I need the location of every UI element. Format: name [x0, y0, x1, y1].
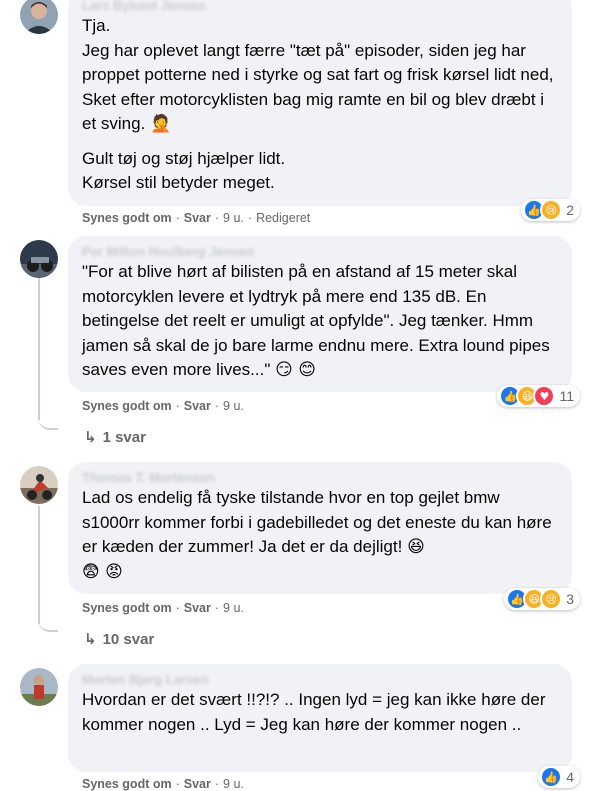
- smirk-smile-emoji-icon: 😏 😊: [275, 360, 316, 380]
- comment-actions: Synes godt om · Svar · 9 u.: [82, 777, 244, 791]
- thread-line: [38, 506, 40, 624]
- like-button[interactable]: Synes godt om: [82, 399, 172, 413]
- laughing-emoji-icon: 😆: [407, 537, 425, 557]
- edited-label: Redigeret: [256, 211, 311, 225]
- comment-paragraph: Gult tøj og støj hjælper lidt. Kørsel st…: [82, 148, 286, 193]
- avatar[interactable]: [20, 0, 58, 34]
- reaction-summary[interactable]: 👍 😆 😢 3: [504, 588, 580, 610]
- like-button[interactable]: Synes godt om: [82, 601, 172, 615]
- reply-button[interactable]: Svar: [184, 211, 211, 225]
- comment-text: Hvordan er det svært !!?!? .. Ingen lyd …: [82, 688, 558, 737]
- avatar[interactable]: [20, 466, 58, 504]
- replies-count: 10 svar: [102, 631, 155, 648]
- reply-arrow-icon: ↳: [84, 428, 97, 446]
- reaction-count: 11: [559, 388, 574, 404]
- sad-reaction-icon: 😢: [540, 588, 563, 610]
- comment-bubble: Per Milton Houlberg Jensen "For at blive…: [68, 236, 572, 392]
- comment-author[interactable]: Lars Bylund Jensen: [82, 0, 558, 14]
- facepalm-emoji-icon: 🤦: [150, 114, 172, 134]
- reaction-count: 4: [566, 769, 574, 785]
- timestamp[interactable]: 9 u.: [223, 211, 244, 225]
- replies-count: 1 svar: [102, 429, 146, 446]
- comment-paragraph: Lad os endelig få tyske tilstande hvor e…: [82, 488, 552, 556]
- like-reaction-icon: 👍: [540, 766, 563, 788]
- comment-actions: Synes godt om · Svar · 9 u.: [82, 399, 244, 413]
- comment-paragraph: Hvordan er det svært !!?!? .. Ingen lyd …: [82, 690, 546, 734]
- reaction-summary[interactable]: 👍 😢 2: [521, 199, 580, 221]
- sad-reaction-icon: 😢: [540, 199, 563, 221]
- comment-bubble: Morten Bjerg Larsen Hvordan er det svært…: [68, 664, 572, 772]
- comment-actions: Synes godt om · Svar · 9 u. · Redigeret: [82, 211, 311, 225]
- thread-line: [38, 278, 40, 420]
- comment-author[interactable]: Thomas T. Mortensen: [82, 470, 558, 486]
- love-reaction-icon: ♥: [533, 385, 556, 407]
- reply-arrow-icon: ↳: [84, 630, 97, 648]
- scared-angry-emoji-icon: 😨 😡: [82, 561, 123, 582]
- reply-button[interactable]: Svar: [184, 399, 211, 413]
- reply-button[interactable]: Svar: [184, 777, 211, 791]
- comment-bubble: Lars Bylund Jensen Tja. Jeg har oplevet …: [68, 0, 572, 206]
- thread-hook: [38, 410, 58, 430]
- comment-author[interactable]: Morten Bjerg Larsen: [82, 672, 558, 688]
- reaction-count: 3: [566, 591, 574, 607]
- comment-author[interactable]: Per Milton Houlberg Jensen: [82, 244, 558, 260]
- timestamp[interactable]: 9 u.: [223, 777, 244, 791]
- comment-text: Lad os endelig få tyske tilstande hvor e…: [82, 486, 558, 584]
- reaction-count: 2: [566, 202, 574, 218]
- avatar[interactable]: [20, 668, 58, 706]
- reaction-summary[interactable]: 👍 😆 ♥ 11: [497, 385, 580, 407]
- view-replies-button[interactable]: ↳ 1 svar: [84, 428, 146, 446]
- like-button[interactable]: Synes godt om: [82, 777, 172, 791]
- timestamp[interactable]: 9 u.: [223, 601, 244, 615]
- comment-text: "For at blive hørt af bilisten på en afs…: [82, 260, 558, 383]
- timestamp[interactable]: 9 u.: [223, 399, 244, 413]
- comment-actions: Synes godt om · Svar · 9 u.: [82, 601, 244, 615]
- like-button[interactable]: Synes godt om: [82, 211, 172, 225]
- view-replies-button[interactable]: ↳ 10 svar: [84, 630, 154, 648]
- avatar[interactable]: [20, 240, 58, 278]
- reaction-summary[interactable]: 👍 4: [538, 766, 580, 788]
- reply-button[interactable]: Svar: [184, 601, 211, 615]
- comment-text: Tja. Jeg har oplevet langt færre "tæt på…: [82, 14, 558, 196]
- comment-bubble: Thomas T. Mortensen Lad os endelig få ty…: [68, 462, 572, 594]
- thread-hook: [38, 612, 58, 632]
